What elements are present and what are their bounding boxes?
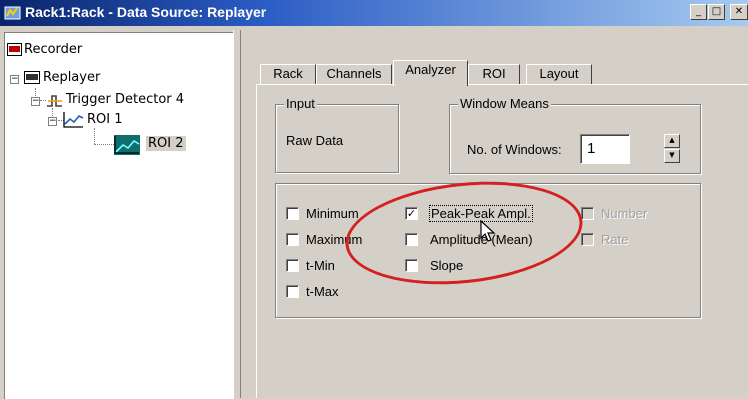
- rate-label: Rate: [601, 232, 629, 247]
- app-icon: [4, 4, 21, 21]
- windows-count-label: No. of Windows:: [467, 142, 562, 157]
- source-tree[interactable]: [4, 32, 234, 399]
- close-button[interactable]: ✕: [730, 4, 748, 20]
- tree-line: [94, 128, 95, 144]
- collapse-icon[interactable]: −: [10, 75, 19, 84]
- minimum-checkbox[interactable]: [286, 207, 299, 220]
- spin-up-button[interactable]: ▲: [664, 134, 680, 148]
- tree-item-recorder[interactable]: Recorder: [24, 42, 82, 57]
- tmin-checkbox[interactable]: [286, 259, 299, 272]
- maximum-checkbox[interactable]: [286, 233, 299, 246]
- recorder-icon: [7, 43, 22, 59]
- windows-count-input[interactable]: 1: [580, 134, 630, 164]
- tab-rack[interactable]: Rack: [260, 64, 316, 84]
- input-group-title: Input: [284, 96, 317, 111]
- tree-item-roi-2[interactable]: ROI 2: [146, 136, 186, 151]
- collapse-icon[interactable]: −: [48, 117, 57, 126]
- window-means-title: Window Means: [458, 96, 551, 111]
- chart-icon: [114, 135, 140, 158]
- trigger-icon: [46, 93, 64, 112]
- tmax-checkbox[interactable]: [286, 285, 299, 298]
- chart-icon: [62, 111, 84, 132]
- window-title: Rack1:Rack - Data Source: Replayer: [25, 4, 267, 20]
- number-checkbox[interactable]: [581, 207, 594, 220]
- rate-checkbox[interactable]: [581, 233, 594, 246]
- tmin-label: t-Min: [306, 258, 335, 273]
- minimum-label: Minimum: [306, 206, 359, 221]
- spin-down-button[interactable]: ▼: [664, 149, 680, 163]
- collapse-icon[interactable]: −: [31, 97, 40, 106]
- input-value: Raw Data: [286, 133, 344, 148]
- tab-roi[interactable]: ROI: [468, 64, 520, 84]
- tree-item-roi-1[interactable]: ROI 1: [87, 112, 123, 127]
- replayer-icon: [24, 71, 40, 87]
- tmax-label: t-Max: [306, 284, 339, 299]
- tree-item-replayer[interactable]: Replayer: [43, 70, 100, 85]
- tree-line: [94, 144, 114, 145]
- number-label: Number: [601, 206, 648, 221]
- tab-layout[interactable]: Layout: [526, 64, 592, 84]
- splitter-handle[interactable]: [233, 30, 241, 398]
- tab-analyzer[interactable]: Analyzer: [393, 60, 468, 86]
- tab-channels[interactable]: Channels: [316, 64, 392, 84]
- mouse-cursor-icon: [480, 219, 496, 247]
- maximize-button[interactable]: □: [708, 4, 725, 20]
- minimize-button[interactable]: _: [690, 4, 707, 20]
- tree-item-trigger-detector[interactable]: Trigger Detector 4: [66, 92, 184, 107]
